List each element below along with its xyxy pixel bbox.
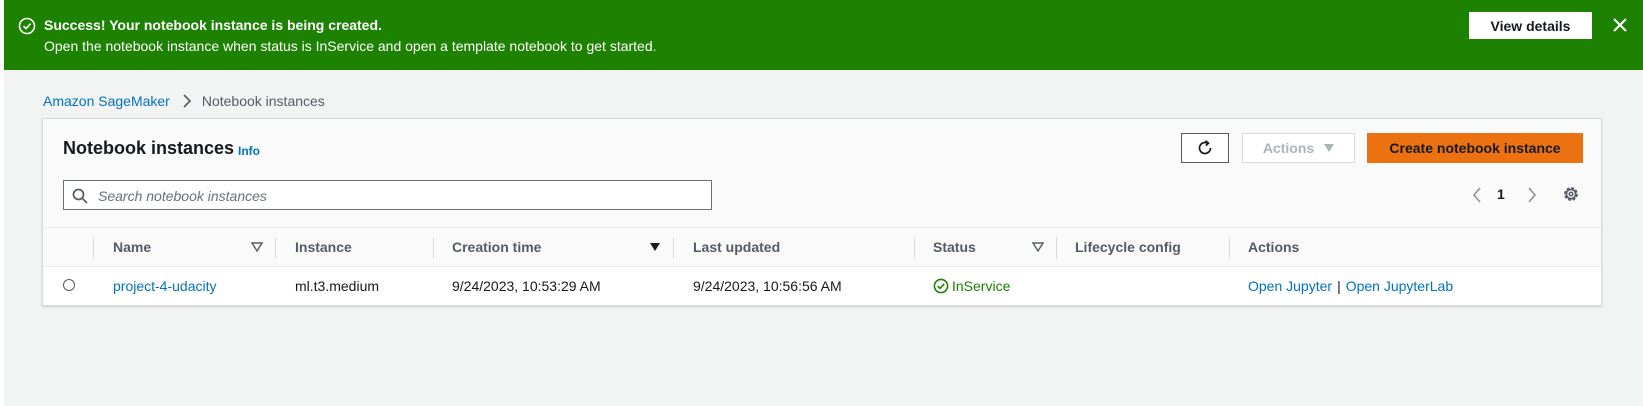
- action-separator: |: [1337, 278, 1341, 294]
- column-header-instance[interactable]: Instance: [295, 239, 352, 255]
- column-header-actions: Actions: [1248, 239, 1300, 255]
- refresh-icon: [1198, 140, 1212, 155]
- actions-dropdown-button[interactable]: Actions: [1242, 133, 1355, 163]
- table-header: Name Instance Creation time Last updated…: [43, 227, 1601, 267]
- view-details-button[interactable]: View details: [1469, 12, 1592, 39]
- actions-label: Actions: [1262, 140, 1315, 156]
- create-notebook-instance-button[interactable]: Create notebook instance: [1367, 133, 1583, 163]
- open-jupyterlab-link[interactable]: Open JupyterLab: [1346, 278, 1453, 294]
- table-row[interactable]: project-4-udacity ml.t3.medium 9/24/2023…: [43, 267, 1601, 305]
- close-icon[interactable]: [1611, 16, 1629, 34]
- column-divider: [1229, 237, 1230, 259]
- sort-icon[interactable]: [251, 242, 263, 252]
- info-link[interactable]: Info: [238, 144, 260, 158]
- column-header-lifecycle-config[interactable]: Lifecycle config: [1075, 239, 1181, 255]
- column-header-name[interactable]: Name: [113, 239, 151, 255]
- flash-title: Success! Your notebook instance is being…: [44, 17, 382, 33]
- creation-time: 9/24/2023, 10:53:29 AM: [452, 278, 601, 294]
- sort-descending-icon[interactable]: [649, 242, 661, 252]
- last-updated: 9/24/2023, 10:56:56 AM: [693, 278, 842, 294]
- status-check-icon: [933, 278, 949, 294]
- breadcrumb-link-sagemaker[interactable]: Amazon SageMaker: [43, 93, 170, 109]
- notebook-name-link[interactable]: project-4-udacity: [113, 278, 217, 294]
- column-divider: [433, 237, 434, 259]
- column-divider: [1056, 237, 1057, 259]
- chevron-right-icon: [183, 94, 191, 108]
- column-divider: [93, 237, 94, 259]
- column-divider: [275, 237, 276, 259]
- instance-type: ml.t3.medium: [295, 278, 380, 294]
- breadcrumb: Amazon SageMaker Notebook instances: [43, 93, 325, 109]
- status-text: InService: [952, 278, 1011, 294]
- chevron-right-icon[interactable]: [1526, 187, 1538, 203]
- flash-message: Open the notebook instance when status i…: [44, 38, 657, 54]
- page-number[interactable]: 1: [1497, 186, 1505, 202]
- refresh-button[interactable]: [1181, 133, 1229, 163]
- caret-down-icon: [1324, 144, 1335, 152]
- status-badge: InService: [933, 278, 1010, 294]
- page-title: Notebook instances: [63, 138, 235, 158]
- breadcrumb-current: Notebook instances: [201, 93, 325, 109]
- notebook-instances-panel: Notebook instances Info Actions Create n…: [42, 118, 1602, 306]
- search-input[interactable]: [96, 183, 700, 209]
- sort-icon[interactable]: [1032, 242, 1044, 252]
- success-flash-banner: Success! Your notebook instance is being…: [4, 0, 1643, 70]
- check-circle-icon: [18, 17, 36, 35]
- row-actions: Open Jupyter | Open JupyterLab: [1248, 278, 1453, 294]
- search-field[interactable]: [63, 180, 712, 210]
- column-divider: [914, 237, 915, 259]
- column-header-creation-time[interactable]: Creation time: [452, 239, 541, 255]
- search-icon: [72, 188, 88, 204]
- chevron-left-icon[interactable]: [1471, 187, 1483, 203]
- column-header-last-updated[interactable]: Last updated: [693, 239, 780, 255]
- column-header-status[interactable]: Status: [933, 239, 976, 255]
- row-select-radio[interactable]: [63, 279, 75, 291]
- column-divider: [673, 237, 674, 259]
- gear-icon[interactable]: [1562, 185, 1580, 203]
- open-jupyter-link[interactable]: Open Jupyter: [1248, 278, 1332, 294]
